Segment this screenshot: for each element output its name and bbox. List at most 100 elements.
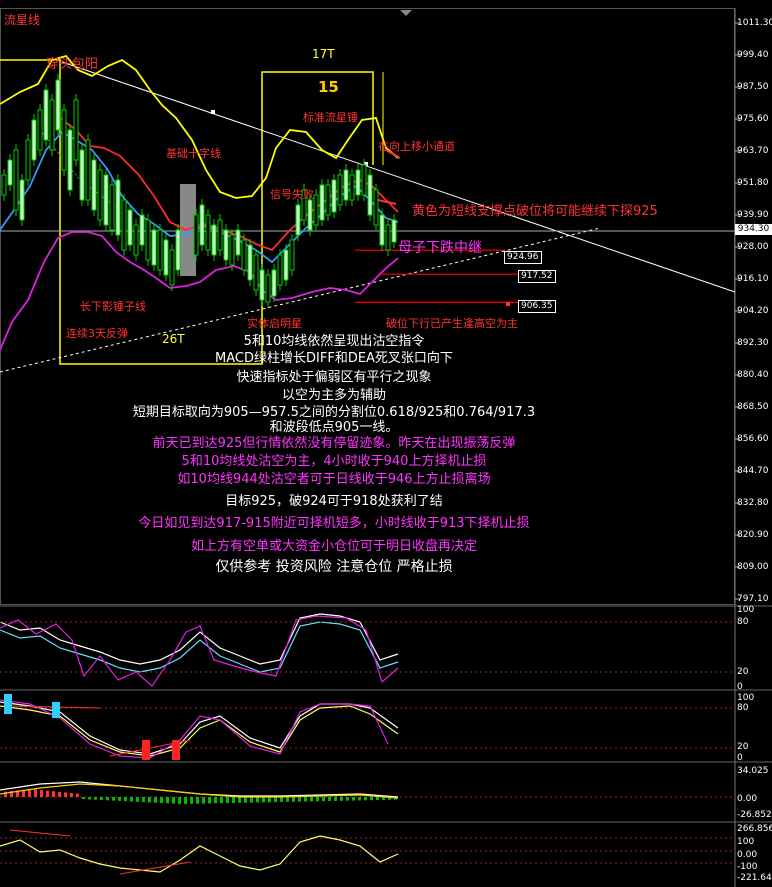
- macd-bar: [46, 790, 49, 797]
- macd-bar: [322, 797, 325, 802]
- panel2-tick: 20: [737, 742, 749, 752]
- panel2-signal-red: [142, 740, 150, 760]
- note-line: 今日如见到达917-915附近可择机短多，小时线收于913下择机止损: [138, 516, 530, 531]
- candle-body: [349, 174, 355, 201]
- macd-bar: [142, 797, 145, 803]
- macd-bar: [232, 797, 235, 803]
- macd-bar: [106, 797, 109, 801]
- note-line: 如10均线944处沽空者可于日线收于946上方止损离场: [177, 472, 491, 487]
- macd-bar: [304, 797, 307, 802]
- panel2-tick: 0: [737, 753, 743, 763]
- panel2-signal-red: [172, 740, 180, 760]
- panel4-redline: [9, 829, 71, 837]
- panel1-tick: 80: [737, 617, 749, 627]
- macd-bar: [358, 797, 361, 801]
- macd-bar: [292, 797, 295, 802]
- candle-body: [1, 174, 7, 196]
- candle-body: [319, 184, 325, 221]
- level-tag-906: 906.35: [518, 300, 556, 313]
- candle-body: [217, 219, 223, 251]
- candle-body: [343, 169, 349, 201]
- candle-body: [175, 229, 181, 271]
- macd-bar: [166, 797, 169, 804]
- candle-body: [271, 269, 277, 297]
- candle-body: [73, 99, 79, 161]
- panel1-line-cyan: [0, 621, 399, 673]
- macd-bar: [124, 797, 127, 802]
- macd-bar: [310, 797, 313, 802]
- macd-bar: [190, 797, 193, 804]
- candle-body: [313, 194, 319, 226]
- macd-bar: [328, 797, 331, 802]
- macd-bar: [130, 797, 133, 802]
- macd-bar: [154, 797, 157, 803]
- candle-body: [145, 219, 151, 261]
- note-line: 仅供参考 投资风险 注意仓位 严格止损: [215, 559, 453, 575]
- annotation-biaozhun: 标准流星锤: [303, 111, 358, 124]
- price-tick: 880.40: [737, 370, 769, 380]
- candle-body: [169, 249, 175, 286]
- macd-bar: [148, 797, 151, 803]
- price-tick: 928.00: [737, 242, 769, 252]
- panel2-signal-cyan: [4, 694, 12, 714]
- panel4-redline: [119, 861, 191, 875]
- note-line: 快速指标处于偏弱区有平行之现象: [236, 370, 432, 385]
- price-tick: 868.50: [737, 402, 769, 412]
- macd-bar: [184, 797, 187, 804]
- panel2-tick: 100: [737, 693, 755, 703]
- annotation-changxia: 长下影锤子线: [80, 300, 146, 313]
- macd-bar: [196, 797, 199, 804]
- panel1-line-magenta: [0, 615, 399, 687]
- macd-bar: [340, 797, 343, 801]
- note-line: 短期目标取向为905—957.5之间的分割位0.618/925和0.764/91…: [132, 405, 536, 420]
- macd-bar: [40, 790, 43, 797]
- panel4-tick: 266.856: [737, 824, 772, 834]
- candle-body: [91, 159, 97, 211]
- macd-bar: [88, 797, 91, 800]
- price-tick: 939.90: [737, 210, 769, 220]
- macd-bar: [316, 797, 319, 802]
- note-line: MACD绿柱增长DIFF和DEA死叉张口向下: [215, 351, 453, 366]
- macd-bar: [280, 797, 283, 802]
- macd-bar: [118, 797, 121, 801]
- note-line: 如上方有空单或大资金小仓位可于明日收盘再决定: [190, 539, 477, 554]
- macd-bar: [52, 791, 55, 797]
- macd-bar: [100, 797, 103, 800]
- candle-body: [43, 89, 49, 141]
- candle-body: [139, 214, 145, 246]
- macd-bar: [4, 791, 7, 797]
- candle-body: [325, 184, 331, 216]
- price-tick: 832.80: [737, 498, 769, 508]
- macd-bar: [376, 797, 379, 801]
- candle-body: [97, 169, 103, 221]
- candle-body: [55, 79, 61, 131]
- panel1-tick: 0: [737, 682, 743, 692]
- macd-bar: [76, 793, 79, 797]
- candle-body: [241, 239, 247, 271]
- candle-body: [307, 199, 313, 231]
- candle-body: [79, 149, 85, 201]
- macd-bar: [352, 797, 355, 801]
- candle-body: [379, 214, 385, 246]
- panel3-tick: 0.00: [737, 794, 758, 804]
- macd-bar: [262, 797, 265, 803]
- candle-body: [121, 199, 127, 251]
- candle-body: [295, 204, 301, 236]
- candle-body: [85, 139, 91, 201]
- candle-body: [367, 174, 373, 216]
- macd-bar: [256, 797, 259, 803]
- macd-bar: [226, 797, 229, 804]
- annotation-huangse: 黄色为短线支撑点破位将可能继续下探925: [412, 204, 658, 219]
- macd-bar: [112, 797, 115, 801]
- trendline-marker: [211, 110, 215, 114]
- macd-bar: [208, 797, 211, 804]
- panel3-tick: 34.025: [737, 766, 769, 776]
- candle-body: [385, 224, 391, 251]
- panel4-tick: 0.00: [737, 850, 758, 860]
- candle-body: [163, 239, 169, 276]
- note-line: 和波段低点905一线。: [269, 420, 399, 435]
- candle-body: [103, 174, 109, 226]
- badge-15: 15: [318, 78, 339, 96]
- macd-bar: [34, 789, 37, 797]
- annotation-powei: 破位下行已产生逢高空为主: [386, 317, 518, 330]
